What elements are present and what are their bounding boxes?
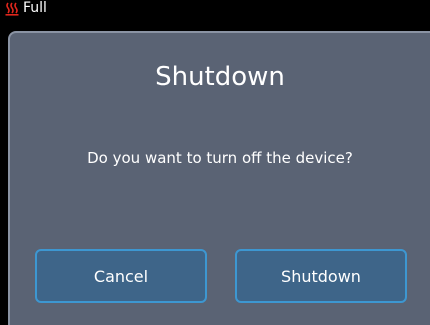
shutdown-dialog: Shutdown Do you want to turn off the dev… xyxy=(8,31,430,325)
cancel-button[interactable]: Cancel xyxy=(35,249,207,303)
shutdown-button[interactable]: Shutdown xyxy=(235,249,407,303)
status-bar: Full xyxy=(0,0,430,31)
heater-icon xyxy=(5,2,19,16)
dialog-message: Do you want to turn off the device? xyxy=(87,149,353,167)
status-text: Full xyxy=(23,0,47,16)
dialog-title: Shutdown xyxy=(155,62,285,92)
